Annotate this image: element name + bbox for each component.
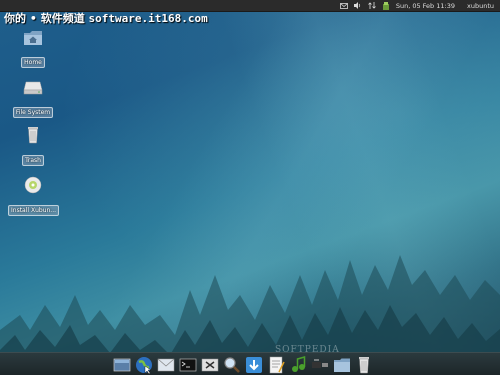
- show-desktop-icon[interactable]: [112, 355, 131, 374]
- web-browser-icon[interactable]: [134, 355, 153, 374]
- network-icon[interactable]: [368, 2, 376, 9]
- trash-icon[interactable]: [354, 355, 373, 374]
- mail-client-icon[interactable]: [156, 355, 175, 374]
- desktop-icon-label: File System: [12, 107, 54, 118]
- clock[interactable]: Sun, 05 Feb 11:39: [396, 2, 455, 10]
- user-menu[interactable]: xubuntu: [467, 2, 494, 10]
- download-icon[interactable]: [244, 355, 263, 374]
- desktop-icon-label: Install Xubun...: [8, 205, 60, 216]
- settings-icon[interactable]: [200, 355, 219, 374]
- home-folder-icon: [24, 31, 42, 45]
- dock-panel: [0, 352, 500, 375]
- desktop-icon-trash[interactable]: Trash: [8, 126, 58, 166]
- drive-icon: [23, 81, 43, 95]
- media-player-icon[interactable]: [288, 355, 307, 374]
- mail-icon[interactable]: [339, 2, 348, 9]
- desktop-icon-file-system[interactable]: File System: [8, 78, 58, 118]
- text-editor-icon[interactable]: [266, 355, 285, 374]
- desktop-icon-home[interactable]: Home: [8, 28, 58, 68]
- site-watermark: 你的 • 软件频道 software.it168.com: [4, 10, 208, 26]
- terminal-icon[interactable]: [178, 355, 197, 374]
- updates-icon[interactable]: [382, 1, 390, 10]
- watermark-chinese: 你的 • 软件频道: [4, 12, 85, 25]
- network-tools-icon[interactable]: [310, 355, 329, 374]
- watermark-domain: software.it168.com: [88, 12, 208, 25]
- desktop-icon-label: Trash: [22, 155, 44, 166]
- volume-icon[interactable]: [353, 2, 362, 9]
- desktop-icon-install[interactable]: Install Xubun...: [8, 176, 60, 216]
- search-icon[interactable]: [222, 355, 241, 374]
- trash-icon: [28, 127, 38, 144]
- file-manager-icon[interactable]: [332, 355, 351, 374]
- desktop-icon-label: Home: [21, 57, 45, 68]
- cd-icon: [24, 176, 42, 194]
